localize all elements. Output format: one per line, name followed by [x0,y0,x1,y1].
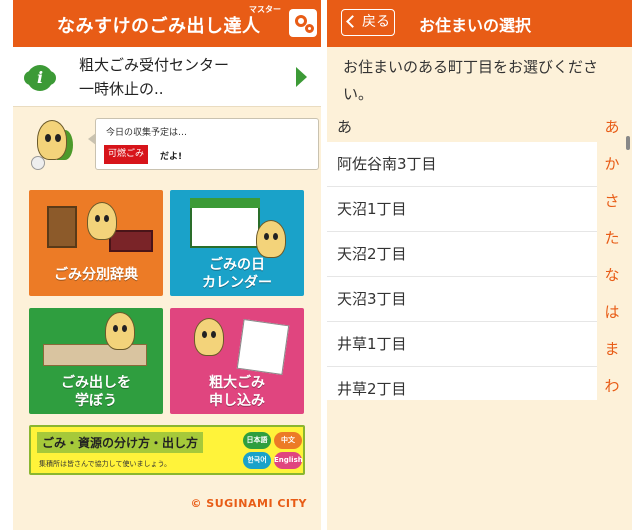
tile-collection-calendar[interactable]: ごみの日 カレンダー [170,190,304,296]
chevron-right-icon [296,67,307,87]
index-a[interactable]: あ [599,114,625,151]
today-label: 今日の収集予定は… [106,128,188,138]
lang-japanese: 日本語 [243,432,271,449]
speech-bubble: 今日の収集予定は… 可燃ごみ だよ! [88,118,319,170]
back-label: 戻る [362,14,390,30]
index-ka[interactable]: か [599,151,625,188]
tile-label: ごみ分別辞典 [54,267,138,283]
lang-chinese: 中文 [274,432,302,449]
tile-label: ごみの日 カレンダー [202,257,272,291]
notice-banner[interactable]: i 粗大ごみ受付センター 一時休止の.. [13,47,321,107]
title-ruby: マスター [249,5,281,14]
banner-subtitle: 集積所は皆さんで協力して使いましょう。 [39,460,172,468]
today-collection: 今日の収集予定は… 可燃ごみ だよ! [27,116,319,174]
list-item[interactable]: 井草2丁目 [327,367,597,400]
banner-title: ごみ・資源の分け方・出し方 [37,432,204,453]
list-item[interactable]: 天沼1丁目 [327,187,597,232]
settings-gear-icon[interactable] [289,9,317,37]
back-button[interactable]: 戻る [341,9,395,36]
tile-label: ごみ出しを 学ぼう [61,375,131,409]
instruction-text: お住まいのある町丁目をお選びください。 [343,58,599,103]
index-wa[interactable]: わ [599,373,625,410]
mascot-icon [256,220,286,258]
copyright-footer: © SUGINAMI CITY [190,497,307,510]
form-paper-icon [236,319,290,375]
index-na[interactable]: な [599,262,625,299]
dictionary-icon [109,230,153,252]
lang-korean: 한국어 [243,452,271,469]
list-item[interactable]: 阿佐谷南3丁目 [327,142,597,187]
mascot-icon [194,318,224,356]
language-badges: 日本語 中文 한국어 English [243,432,303,472]
tile-oversized-application[interactable]: 粗大ごみ 申し込み [170,308,304,414]
scrollbar[interactable] [626,136,630,150]
kana-index: あ か さ た な は ま わ [599,114,625,400]
town-list[interactable]: あ 阿佐谷南3丁目 天沼1丁目 天沼2丁目 天沼3丁目 井草1丁目 井草2丁目 [327,114,597,400]
index-ta[interactable]: た [599,225,625,262]
chevron-left-icon [346,15,359,28]
today-suffix: だよ! [160,152,183,162]
index-sa[interactable]: さ [599,188,625,225]
list-item[interactable]: 天沼3丁目 [327,277,597,322]
mascot-icon [87,202,117,240]
info-icon: i [24,65,56,91]
tile-label: 粗大ごみ 申し込み [209,375,265,409]
lang-english: English [274,452,303,469]
index-ha[interactable]: は [599,299,625,336]
section-header: あ [327,114,597,142]
tile-learn-disposal[interactable]: ごみ出しを 学ぼう [29,308,163,414]
mascot-icon [105,312,135,350]
home-screen: なみすけのごみ出し達人 マスター i 粗大ごみ受付センター 一時休止の.. 今日… [13,0,321,530]
address-select-screen: 戻る お住まいの選択 お住まいのある町丁目をお選びください。 あ 阿佐谷南3丁目… [327,0,632,530]
index-ma[interactable]: ま [599,336,625,373]
recycling-bins-icon [43,344,147,366]
burnable-badge: 可燃ごみ [104,145,149,164]
app-header: なみすけのごみ出し達人 マスター [13,0,321,47]
list-item[interactable]: 天沼2丁目 [327,232,597,277]
app-title: なみすけのごみ出し達人 [57,16,261,37]
list-item[interactable]: 井草1丁目 [327,322,597,367]
tile-sorting-dictionary[interactable]: ごみ分別辞典 [29,190,163,296]
nav-header: 戻る お住まいの選択 [327,0,632,47]
sorting-guide-banner[interactable]: ごみ・資源の分け方・出し方 集積所は皆さんで協力して使いましょう。 日本語 中文… [29,425,305,475]
mascot-namisuke-icon [27,116,79,174]
book-icon [47,206,77,248]
page-title: お住まいの選択 [419,16,532,35]
notice-text: 粗大ごみ受付センター 一時休止の.. [79,56,230,98]
